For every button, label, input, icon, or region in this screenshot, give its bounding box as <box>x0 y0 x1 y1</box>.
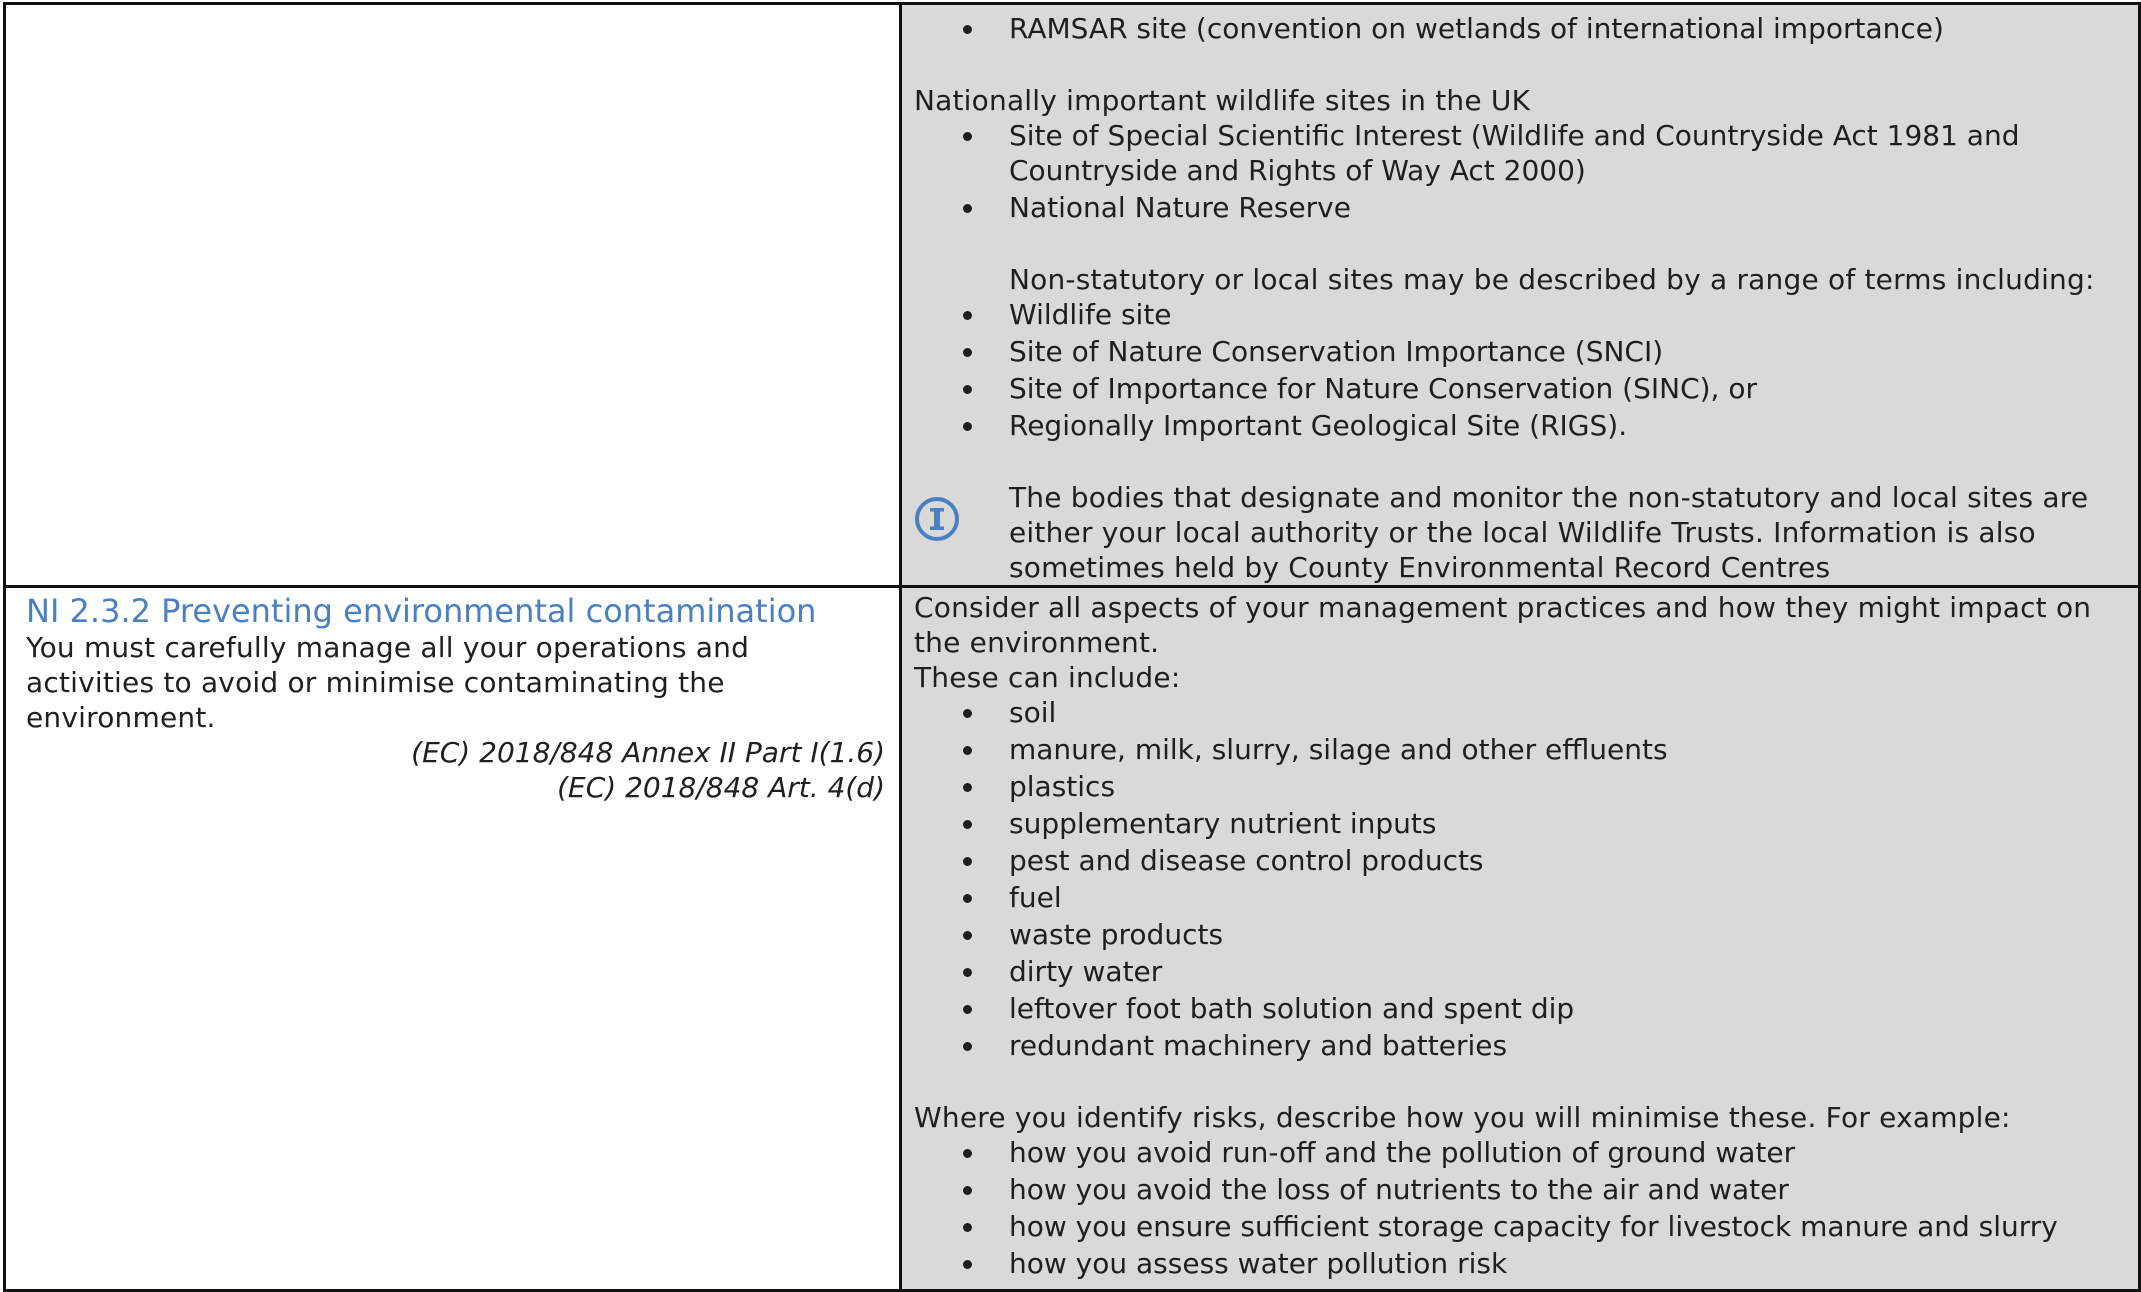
table-row: RAMSAR site (convention on wetlands of i… <box>3 2 2141 588</box>
list-item: supplementary nutrient inputs <box>963 806 2128 841</box>
risk-examples-list: how you avoid run-off and the pollution … <box>914 1135 2128 1281</box>
requirement-text: You must carefully manage all your opera… <box>26 631 750 734</box>
risks-intro: Where you identify risks, describe how y… <box>914 1101 2011 1134</box>
regulation-reference: (EC) 2018/848 Annex II Part I(1.6) <box>411 736 885 769</box>
list-item: soil <box>963 695 2128 730</box>
list-item: manure, milk, slurry, silage and other e… <box>963 732 2128 767</box>
list-item: RAMSAR site (convention on wetlands of i… <box>963 11 2128 46</box>
contaminants-list: soil manure, milk, slurry, silage and ot… <box>914 695 2128 1063</box>
list-item: redundant machinery and batteries <box>963 1028 2128 1063</box>
guidance-intro: Consider all aspects of your management … <box>914 591 2092 659</box>
include-label: These can include: <box>914 661 1181 694</box>
list-item: plastics <box>963 769 2128 804</box>
table-row: NI 2.3.2 Preventing environmental contam… <box>3 585 2141 1292</box>
list-item: pest and disease control products <box>963 843 2128 878</box>
guidance-table: RAMSAR site (convention on wetlands of i… <box>3 2 2141 1292</box>
national-sites-list: Site of Special Scientific Interest (Wil… <box>914 118 2128 225</box>
list-item: waste products <box>963 917 2128 952</box>
section-heading: NI 2.3.2 Preventing environmental contam… <box>26 592 817 630</box>
nonstatutory-sites-list: Wildlife site Site of Nature Conservatio… <box>914 297 2128 443</box>
list-item: how you avoid run-off and the pollution … <box>963 1135 2128 1170</box>
list-item: Wildlife site <box>963 297 2128 332</box>
list-item: how you avoid the loss of nutrients to t… <box>963 1172 2128 1207</box>
international-sites-list: RAMSAR site (convention on wetlands of i… <box>914 11 2128 46</box>
row2-right-cell: Consider all aspects of your management … <box>899 585 2141 1292</box>
list-item: how you assess water pollution risk <box>963 1246 2128 1281</box>
list-item: how you ensure sufficient storage capaci… <box>963 1209 2128 1244</box>
list-item: Regionally Important Geological Site (RI… <box>963 408 2128 443</box>
regulation-reference: (EC) 2018/848 Art. 4(d) <box>557 771 885 804</box>
nonstatutory-intro: Non-statutory or local sites may be desc… <box>1009 263 2095 296</box>
national-sites-heading: Nationally important wildlife sites in t… <box>914 84 1531 117</box>
row2-left-cell: NI 2.3.2 Preventing environmental contam… <box>3 585 902 1292</box>
info-note-text: The bodies that designate and monitor th… <box>1009 481 2089 584</box>
list-item: dirty water <box>963 954 2128 989</box>
list-item: National Nature Reserve <box>963 190 2128 225</box>
list-item: Site of Importance for Nature Conservati… <box>963 371 2128 406</box>
list-item: Site of Special Scientific Interest (Wil… <box>963 118 2128 188</box>
row1-left-cell <box>3 2 902 588</box>
list-item: Site of Nature Conservation Importance (… <box>963 334 2128 369</box>
info-circle-icon <box>915 497 959 541</box>
row1-right-cell: RAMSAR site (convention on wetlands of i… <box>899 2 2141 588</box>
list-item: fuel <box>963 880 2128 915</box>
list-item: leftover foot bath solution and spent di… <box>963 991 2128 1026</box>
info-note: The bodies that designate and monitor th… <box>914 480 2128 585</box>
